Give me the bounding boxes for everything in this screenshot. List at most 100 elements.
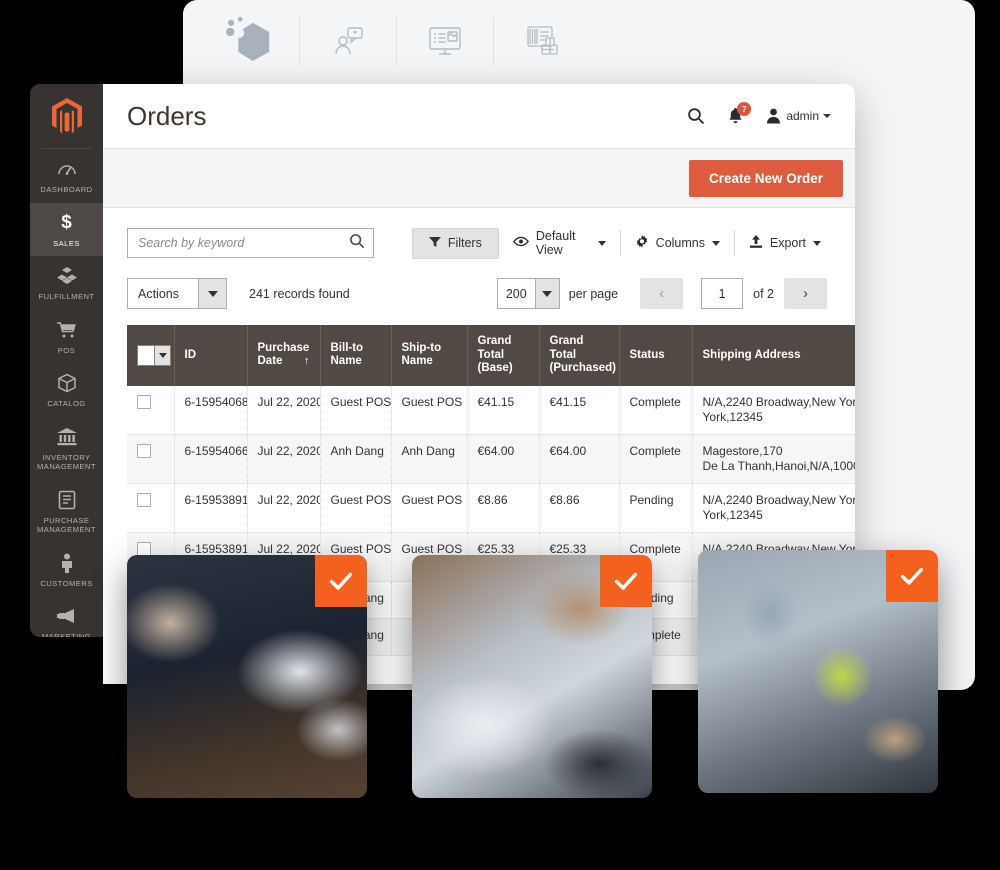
chevron-down-icon[interactable] <box>198 279 226 308</box>
row-checkbox[interactable] <box>137 394 151 409</box>
cell-status: Complete <box>619 385 693 435</box>
sidebar-item-sales[interactable]: $ SALES <box>30 202 103 256</box>
row-checkbox-cell[interactable] <box>127 385 175 435</box>
header-actions: 7 admin <box>687 102 831 125</box>
sort-ascending-icon: ↑ <box>304 355 310 368</box>
top-icon-bar <box>183 0 975 82</box>
action-strip: Create New Order <box>103 148 855 208</box>
export-dropdown[interactable]: Export <box>735 228 835 259</box>
sidebar-item-dashboard[interactable]: DASHBOARD <box>30 149 103 203</box>
photo-card-warehouse[interactable] <box>698 550 938 793</box>
checkmark-icon <box>614 572 638 590</box>
per-page-dropdown[interactable]: 200 <box>496 278 560 309</box>
column-header-grand-total-base[interactable]: Grand Total (Base) <box>467 325 540 386</box>
cell-total-purchased: €8.86 <box>539 483 620 533</box>
chevron-down-icon <box>712 240 720 246</box>
admin-label: admin <box>786 109 819 123</box>
cell-date: Jul 22, 2020 8:31:20 AM <box>247 434 321 484</box>
address-line-2: De La Thanh,Hanoi,N/A,100000 <box>702 458 856 473</box>
toolbar-buttons: Filters Default View Columns Export <box>411 222 835 264</box>
grid-toolbar: Filters Default View <box>103 208 855 309</box>
page-total-label: of 2 <box>753 286 774 301</box>
sidebar-item-marketing[interactable]: MARKETING <box>30 596 103 637</box>
selected-check-badge[interactable] <box>600 555 652 607</box>
user-menu[interactable]: admin <box>766 108 831 124</box>
row-checkbox-cell[interactable] <box>127 434 175 484</box>
upload-icon <box>749 234 763 252</box>
bell-icon[interactable]: 7 <box>727 102 752 125</box>
next-page-button[interactable]: › <box>784 278 827 309</box>
checkmark-icon <box>900 567 924 585</box>
user-icon <box>767 108 781 124</box>
photo-card-card-payment[interactable] <box>412 555 652 798</box>
search-icon[interactable] <box>349 233 365 254</box>
sidebar-item-pos[interactable]: POS <box>30 310 103 364</box>
customer-feedback-icon[interactable] <box>308 11 388 71</box>
default-view-dropdown[interactable]: Default View <box>499 222 620 264</box>
row-checkbox-cell[interactable] <box>127 483 175 533</box>
row-checkbox[interactable] <box>137 492 151 507</box>
bank-icon <box>56 426 78 448</box>
sidebar-item-label: INVENTORY MANAGEMENT <box>37 452 96 472</box>
search-icon[interactable] <box>687 107 705 125</box>
cell-status: Complete <box>619 434 693 484</box>
pagination: 200 per page ‹ 1 of 2 › <box>496 278 835 309</box>
inventory-boxes-icon[interactable] <box>502 11 582 71</box>
photo-card-pos-tablet[interactable] <box>127 555 367 798</box>
sidebar-item-purchase-management[interactable]: PURCHASE MANAGEMENT <box>30 480 103 543</box>
previous-page-button[interactable]: ‹ <box>640 278 684 309</box>
select-all-dropdown[interactable] <box>137 344 171 366</box>
funnel-icon <box>428 236 441 251</box>
page-number-input[interactable]: 1 <box>701 278 744 309</box>
columns-label: Columns <box>655 236 705 250</box>
table-row[interactable]: 6-1595389175 Jul 22, 2020 3:39:35 AM Gue… <box>127 483 855 533</box>
column-header-bill-to-name[interactable]: Bill-to Name <box>320 325 392 386</box>
selected-check-badge[interactable] <box>886 550 938 602</box>
columns-dropdown[interactable]: Columns <box>621 228 734 259</box>
table-row[interactable]: 6-1595406814 Jul 22, 2020 8:33:34 AM Gue… <box>127 385 856 435</box>
magento-logo[interactable] <box>30 84 103 140</box>
column-header-grand-total-purchased[interactable]: Grand Total (Purchased) <box>539 325 620 386</box>
search-field[interactable] <box>127 228 374 258</box>
divider <box>493 17 494 65</box>
cell-bill-to: Guest POS <box>320 385 392 435</box>
notification-badge: 7 <box>737 102 752 116</box>
table-row[interactable]: 6-1595406680 Jul 22, 2020 8:31:20 AM Anh… <box>127 434 856 484</box>
select-all-header[interactable] <box>127 325 175 386</box>
dollar-icon: $ <box>61 212 72 233</box>
sidebar-item-label: CATALOG <box>47 399 86 408</box>
sidebar-item-label: FULFILLMENT <box>38 292 95 301</box>
cell-status: Pending <box>619 483 693 533</box>
divider <box>299 17 300 65</box>
column-header-purchase-date[interactable]: Purchase Date ↑ <box>247 325 321 386</box>
online-store-monitor-icon[interactable] <box>405 11 485 71</box>
create-new-order-button[interactable]: Create New Order <box>688 159 843 197</box>
sidebar-item-fulfillment[interactable]: FULFILLMENT <box>30 256 103 310</box>
row-checkbox[interactable] <box>137 541 151 556</box>
column-header-shipping-address[interactable]: Shipping Address <box>692 325 855 386</box>
cell-bill-to: Guest POS <box>320 483 392 533</box>
actions-dropdown[interactable]: Actions <box>127 278 227 309</box>
cell-ship-to: Guest POS <box>391 483 468 533</box>
address-line-2: York,12345 <box>702 409 763 424</box>
selected-check-badge[interactable] <box>315 555 367 607</box>
column-header-id[interactable]: ID <box>174 325 248 386</box>
magento-hexagon-logo <box>211 11 291 71</box>
column-header-ship-to-name[interactable]: Ship-to Name <box>391 325 468 386</box>
column-header-status[interactable]: Status <box>619 325 693 386</box>
row-checkbox[interactable] <box>137 443 151 458</box>
sidebar-item-inventory-management[interactable]: INVENTORY MANAGEMENT <box>30 417 103 480</box>
sidebar-item-label: DASHBOARD <box>40 185 93 194</box>
person-icon <box>59 552 75 574</box>
search-input[interactable] <box>138 236 349 250</box>
address-line-1: N/A,2240 Broadway,New York, <box>702 394 856 409</box>
column-label: Purchase Date <box>257 341 310 368</box>
cell-address: Magestore,170 De La Thanh,Hanoi,N/A,1000… <box>692 434 856 484</box>
filters-button[interactable]: Filters <box>411 227 499 259</box>
cell-address: N/A,2240 Broadway,New York, York,12345 <box>692 385 856 435</box>
sidebar-item-catalog[interactable]: CATALOG <box>30 363 103 417</box>
chevron-down-icon[interactable] <box>534 279 559 308</box>
chevron-down-icon <box>597 240 606 246</box>
chevron-down-icon[interactable] <box>154 345 170 365</box>
sidebar-item-customers[interactable]: CUSTOMERS <box>30 543 103 597</box>
